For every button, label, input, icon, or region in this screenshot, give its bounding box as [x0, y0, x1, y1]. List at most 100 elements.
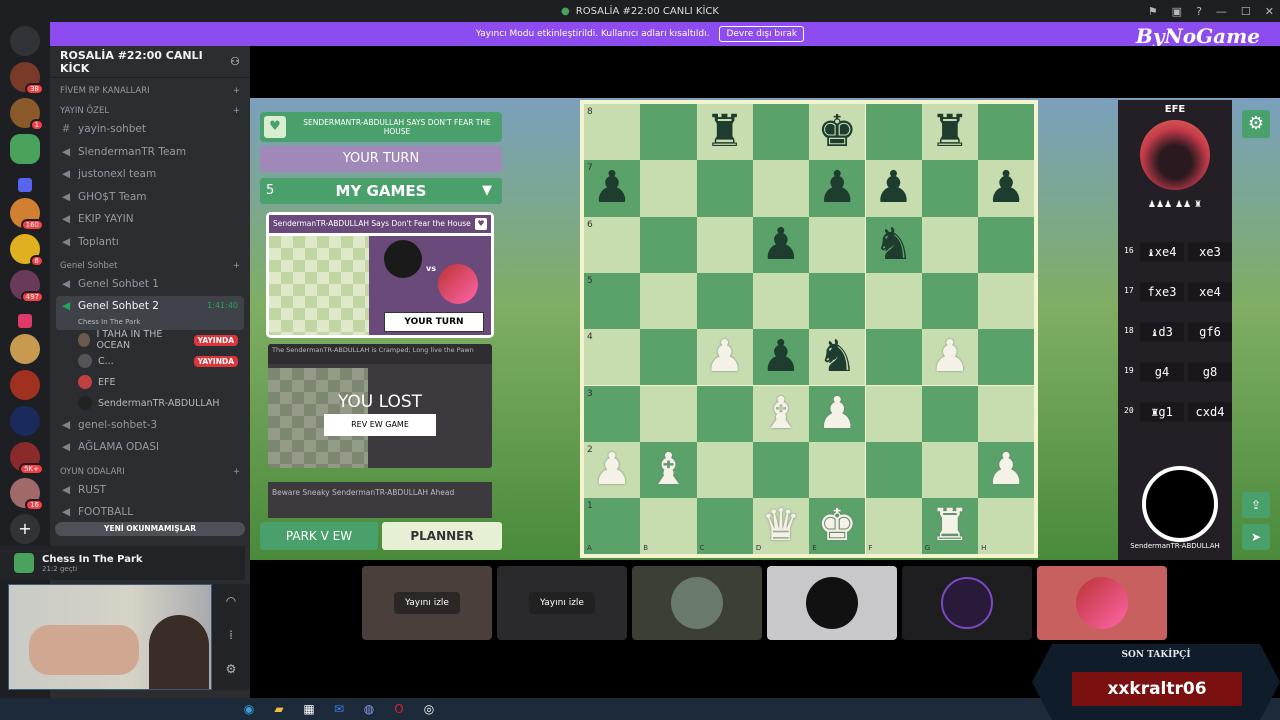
add-icon[interactable]: +	[233, 467, 240, 477]
voice-user[interactable]: SendermanTR-ABDULLAH	[50, 393, 250, 414]
server-icon[interactable]: 497	[10, 270, 44, 303]
board-square[interactable]	[640, 329, 697, 386]
close-button[interactable]: ✕	[1265, 5, 1274, 18]
voice-user[interactable]: I TAHA IN THE OCEAN YAYINDA	[50, 329, 250, 351]
channel-genel-sohbet-1[interactable]: ◀ Genel Sohbet 1	[50, 273, 250, 296]
park-view-button[interactable]: PARK V EW	[260, 522, 378, 550]
black-king-piece[interactable]: ♚	[809, 104, 865, 160]
edge-icon[interactable]: ◉	[240, 702, 258, 716]
board-square[interactable]: ♞	[809, 329, 866, 386]
game-card-lost[interactable]: The SendermanTR-ABDULLAH is Cramped; Lon…	[268, 344, 492, 468]
board-square[interactable]	[865, 329, 922, 386]
my-games-header[interactable]: 5 MY GAMES ▼	[260, 178, 502, 204]
board-square[interactable]	[696, 272, 753, 330]
board-square[interactable]	[865, 104, 922, 161]
board-square[interactable]: ♟	[978, 441, 1035, 499]
store-icon[interactable]: ▦	[300, 702, 318, 716]
board-square[interactable]	[696, 385, 753, 442]
board-square[interactable]: ♟	[809, 160, 866, 217]
board-square[interactable]: ♜	[696, 104, 753, 161]
board-square[interactable]	[752, 272, 810, 330]
server-icon[interactable]: 6	[10, 234, 44, 267]
server-icon[interactable]: 1	[10, 98, 44, 131]
category-yayin[interactable]: YAYIN ÖZEL +	[50, 98, 250, 118]
board-square[interactable]	[865, 498, 922, 555]
board-square[interactable]: ♛	[752, 498, 810, 555]
add-server-icon[interactable]: +	[10, 514, 40, 544]
board-square[interactable]	[752, 160, 810, 217]
folder-icon[interactable]	[18, 314, 32, 328]
server-icon[interactable]	[10, 334, 40, 364]
mail-icon[interactable]: ✉	[330, 702, 348, 716]
board-square[interactable]: ♜	[921, 498, 979, 555]
add-icon[interactable]: +	[233, 86, 240, 96]
chess-board[interactable]: ♜ ♚ ♜ ♟ ♟ ♟ ♟ ♟ ♞ ♟ ♟ ♞ ♟ ♝ ♟ ♟ ♝ ♟ ♛ ♚ ♜ 8 7 6 5 4 3 2 1 A B C D E F G H	[580, 100, 1038, 558]
white-bishop-piece[interactable]: ♝	[640, 442, 696, 498]
black-pawn-piece[interactable]: ♟	[753, 217, 809, 273]
black-pawn-piece[interactable]: ♟	[866, 160, 922, 216]
board-square[interactable]	[978, 498, 1035, 555]
board-square[interactable]: ♟	[696, 329, 753, 386]
channel-aglama-odasi[interactable]: ◀ AĞLAMA ODASI	[50, 436, 250, 459]
board-square[interactable]: ♟	[921, 329, 979, 386]
channel-rust[interactable]: ◀ RUST	[50, 479, 250, 502]
server-icon[interactable]	[10, 134, 40, 164]
white-pawn-piece[interactable]: ♟	[978, 442, 1034, 498]
review-game-button[interactable]: REV EW GAME	[324, 414, 436, 436]
activity-panel[interactable]: Chess In The Park 21:2 geçti	[0, 546, 245, 580]
share-icon[interactable]: ⇪	[1242, 492, 1270, 518]
board-square[interactable]	[978, 272, 1035, 330]
black-knight-piece[interactable]: ♞	[809, 329, 865, 385]
board-square[interactable]: ♟	[752, 216, 810, 273]
obs-icon[interactable]: ◎	[420, 702, 438, 716]
board-square[interactable]	[696, 216, 753, 273]
watch-stream-button[interactable]: Yayını izle	[529, 592, 595, 614]
voice-user[interactable]: C... YAYINDA	[50, 351, 250, 372]
server-icon[interactable]: 16	[10, 478, 44, 511]
server-icon[interactable]	[10, 406, 40, 436]
disable-streamer-mode-button[interactable]: Devre dışı bırak	[719, 26, 805, 42]
black-rook-piece[interactable]: ♜	[697, 104, 753, 160]
channel-genel-sohbet-3[interactable]: ◀ genel-sohbet-3	[50, 414, 250, 437]
help-icon[interactable]: ?	[1196, 5, 1202, 18]
board-square[interactable]	[809, 216, 866, 273]
add-icon[interactable]: +	[233, 261, 240, 271]
board-square[interactable]	[978, 385, 1035, 442]
board-square[interactable]: ♟	[978, 160, 1035, 217]
stream-tile[interactable]: Yayını izle	[497, 566, 627, 640]
settings-gear-icon[interactable]: ⚙	[1242, 110, 1270, 138]
send-icon[interactable]: ➤	[1242, 524, 1270, 550]
board-square[interactable]	[921, 272, 979, 330]
board-square[interactable]	[978, 104, 1035, 161]
black-knight-piece[interactable]: ♞	[866, 217, 922, 273]
black-pawn-piece[interactable]: ♟	[978, 160, 1034, 216]
board-square[interactable]	[752, 441, 810, 499]
game-card-active[interactable]: SendermanTR-ABDULLAH Says Don't Fear the…	[266, 212, 494, 338]
board-square[interactable]: ♚	[809, 104, 866, 161]
white-pawn-piece[interactable]: ♟	[697, 329, 753, 385]
board-square[interactable]: ♚	[809, 498, 866, 555]
board-square[interactable]: ♟	[865, 160, 922, 217]
board-square[interactable]	[696, 441, 753, 499]
screen-icon[interactable]: ▣	[1172, 5, 1182, 18]
heart-icon[interactable]: ♥	[475, 218, 487, 230]
discord-home-icon[interactable]	[10, 26, 40, 56]
channel-toplanti[interactable]: ◀ Toplantı	[50, 231, 250, 254]
board-square[interactable]: ♞	[865, 216, 922, 273]
board-square[interactable]	[978, 216, 1035, 273]
server-icon[interactable]: 5K+	[10, 442, 44, 475]
black-pawn-piece[interactable]: ♟	[809, 160, 865, 216]
board-square[interactable]	[865, 272, 922, 330]
black-pawn-piece[interactable]: ♟	[753, 329, 809, 385]
board-square[interactable]	[978, 329, 1035, 386]
category-fivem[interactable]: FİVEM RP KANALLARI +	[50, 78, 250, 98]
board-square[interactable]: ♟	[809, 385, 866, 442]
board-square[interactable]	[865, 441, 922, 499]
new-unread-bar[interactable]: YENİ OKUNMAMIŞLAR	[55, 522, 245, 536]
black-rook-piece[interactable]: ♜	[922, 104, 978, 160]
channel-ghost-team[interactable]: ◀ GHO$T Team	[50, 186, 250, 209]
heart-icon[interactable]: ♥	[264, 116, 286, 138]
board-square[interactable]	[921, 216, 979, 273]
user-tile[interactable]	[1037, 566, 1167, 640]
board-square[interactable]: ♝	[752, 385, 810, 442]
